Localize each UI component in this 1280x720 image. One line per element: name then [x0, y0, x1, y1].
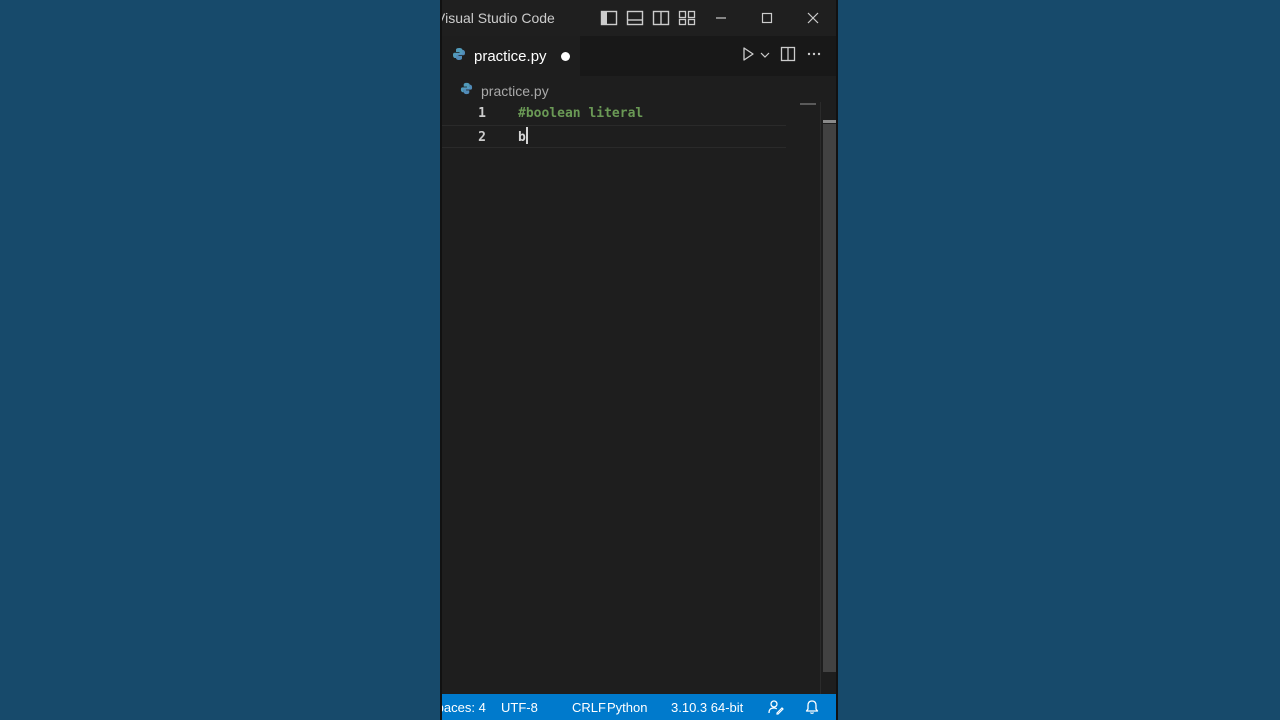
vscode-window: Visual Studio Code practice.py practice.…: [440, 0, 838, 720]
status-eol[interactable]: CRLF: [572, 700, 606, 715]
breadcrumb-file[interactable]: practice.py: [481, 83, 549, 99]
unsaved-dot-icon[interactable]: [560, 51, 570, 61]
status-bar: Spaces: 4 UTF-8 CRLF Python 3.10.3 64-bi…: [442, 694, 836, 720]
code-text[interactable]: #boolean literal: [518, 102, 643, 125]
split-editor-icon[interactable]: [780, 46, 796, 67]
vertical-scrollbar[interactable]: [820, 102, 836, 694]
window-title: Visual Studio Code: [440, 10, 555, 26]
customize-layout-icon[interactable]: [678, 9, 696, 27]
layout-controls: [600, 9, 696, 27]
code-editor[interactable]: 1 #boolean literal 2 b: [442, 102, 820, 694]
window-controls: [698, 0, 836, 36]
status-encoding[interactable]: UTF-8: [501, 700, 538, 715]
ellipsis-icon[interactable]: [806, 46, 822, 67]
desktop-background: Visual Studio Code practice.py practice.…: [0, 0, 1280, 720]
line-number: 2: [478, 130, 486, 145]
minimap-slice: [800, 103, 816, 105]
breadcrumb[interactable]: practice.py: [460, 80, 549, 102]
tab-practice-py[interactable]: practice.py: [442, 36, 580, 76]
toggle-panel-icon[interactable]: [626, 9, 644, 27]
minimize-icon: [716, 17, 726, 19]
editor-line-current[interactable]: 2 b: [442, 125, 786, 148]
tab-bar: practice.py: [442, 36, 836, 76]
minimize-button[interactable]: [698, 0, 744, 36]
code-text-wrapper[interactable]: b: [518, 126, 528, 149]
maximize-icon: [761, 12, 773, 24]
code-text[interactable]: b: [518, 130, 526, 145]
scrollbar-cursor-marker: [823, 120, 836, 123]
title-bar: Visual Studio Code: [442, 0, 836, 36]
status-language[interactable]: Python: [607, 700, 647, 715]
editor-actions: [740, 36, 822, 76]
bell-icon[interactable]: [804, 699, 820, 718]
toggle-primary-sidebar-icon[interactable]: [600, 9, 618, 27]
line-number: 1: [478, 106, 486, 121]
tab-label: practice.py: [474, 47, 547, 65]
close-icon: [807, 12, 819, 24]
maximize-button[interactable]: [744, 0, 790, 36]
play-icon[interactable]: [740, 46, 756, 67]
status-interpreter[interactable]: 3.10.3 64-bit: [671, 700, 743, 715]
scrollbar-thumb[interactable]: [823, 124, 836, 672]
text-cursor: [525, 127, 528, 144]
status-indentation[interactable]: Spaces: 4: [442, 700, 486, 715]
feedback-icon[interactable]: [768, 699, 784, 718]
python-icon: [460, 82, 473, 100]
close-button[interactable]: [790, 0, 836, 36]
python-icon: [452, 47, 466, 66]
editor-line[interactable]: 1 #boolean literal: [442, 102, 786, 125]
toggle-secondary-sidebar-icon[interactable]: [652, 9, 670, 27]
chevron-down-icon[interactable]: [760, 47, 770, 65]
